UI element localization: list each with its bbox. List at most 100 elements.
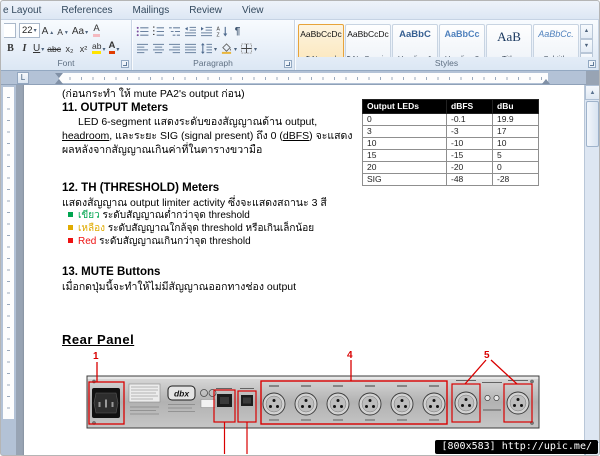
bullet-icon	[68, 238, 73, 243]
italic-button[interactable]: I	[18, 40, 31, 55]
font-group: 22 ▾ A ▲ A ▼ Aa ▾ A B I U ▾ abc x₂ x² ab ▾ A ▾	[1, 20, 132, 70]
sort-button[interactable]: AZ	[215, 23, 230, 38]
table-row: 3 -3 17	[362, 125, 539, 138]
right-indent-marker[interactable]	[542, 79, 550, 84]
style-card-no-spacing[interactable]: AaBbCcDc¶ No Spaci...	[345, 24, 391, 57]
styles-scroll-down-button[interactable]: ▼	[580, 38, 593, 54]
line-spacing-button[interactable]: ▾	[199, 40, 218, 55]
increase-indent-button[interactable]	[199, 23, 214, 38]
style-card-normal[interactable]: AaBbCcDc¶ Normal	[298, 24, 344, 57]
tab-view[interactable]: View	[232, 2, 274, 19]
table-header-cell: dBFS	[446, 99, 493, 114]
bullet-icon	[68, 225, 73, 230]
grow-font-button[interactable]: A ▲	[41, 23, 56, 38]
paragraph-group: AZ ¶ ▾ ▾ ▾ Paragraph	[132, 20, 295, 70]
change-case-button[interactable]: Aa ▾	[71, 23, 89, 38]
ruler-band	[59, 73, 548, 83]
table-header-cell: dBu	[492, 99, 539, 114]
callout-4: 4	[347, 350, 353, 361]
shrink-font-button[interactable]: A ▼	[56, 23, 70, 38]
section-12-paragraph: แสดงสัญญาณ output limiter activity ซึ่งจ…	[62, 197, 327, 209]
shading-button[interactable]: ▾	[219, 40, 238, 55]
xlr-connector	[454, 391, 478, 415]
document-page[interactable]: (ก่อนกระทำ ให้ mute PA2's output ก่อน) 1…	[23, 85, 586, 455]
style-card-heading1[interactable]: AaBbCHeading 1	[392, 24, 438, 57]
tab-review[interactable]: Review	[179, 2, 232, 19]
chevron-down-icon: ▾	[85, 30, 89, 36]
power-inlet	[92, 388, 120, 418]
justify-button[interactable]	[183, 40, 198, 55]
bold-button[interactable]: B	[4, 40, 17, 55]
decrease-indent-icon	[185, 26, 196, 37]
tab-references[interactable]: References	[51, 2, 122, 19]
arrow-down-icon: ▼	[63, 30, 69, 36]
paragraph-group-label: Paragraph	[193, 58, 233, 68]
multilevel-list-icon	[169, 27, 180, 36]
tab-stop-selector[interactable]: L	[17, 72, 29, 84]
style-card-heading2[interactable]: AaBbCcHeading 2	[439, 24, 485, 57]
tab-page-layout[interactable]: e Layout	[1, 2, 51, 19]
show-formatting-marks-button[interactable]: ¶	[231, 23, 244, 38]
table-row: 0 -0.1 19.9	[362, 113, 539, 126]
ribbon: 22 ▾ A ▲ A ▼ Aa ▾ A B I U ▾ abc x₂ x² ab ▾ A ▾	[1, 20, 599, 71]
align-left-button[interactable]	[135, 40, 150, 55]
style-card-subtitle[interactable]: AaBbCc.Subtitle	[533, 24, 579, 57]
vertical-ruler	[1, 85, 16, 455]
borders-icon	[241, 43, 253, 54]
table-header-row: Output LEDs dBFS dBu	[362, 99, 539, 114]
scroll-up-button[interactable]: ▲	[585, 85, 599, 100]
styles-group: AaBbCcDc¶ Normal AaBbCcDc¶ No Spaci... A…	[295, 20, 599, 70]
section-12-heading: 12. TH (THRESHOLD) Meters	[62, 182, 220, 194]
list-item: เขียว ระดับสัญญาณต่ำกว่าจุด threshold	[68, 209, 314, 222]
align-right-button[interactable]	[167, 40, 182, 55]
small-button	[493, 395, 500, 401]
subscript-button[interactable]: x₂	[63, 40, 76, 55]
bullets-button[interactable]	[135, 23, 150, 38]
decrease-indent-button[interactable]	[183, 23, 198, 38]
font-size-combo[interactable]: 22 ▾	[19, 23, 40, 38]
font-name-combo[interactable]	[4, 23, 16, 38]
section-11-heading: 11. OUTPUT Meters	[62, 102, 169, 114]
document-area: (ก่อนกระทำ ให้ mute PA2's output ก่อน) 1…	[16, 85, 586, 455]
numbering-button[interactable]	[151, 23, 166, 38]
chevron-down-icon: ▾	[214, 47, 218, 53]
align-center-icon	[153, 43, 164, 54]
align-right-icon	[169, 43, 180, 54]
numbering-icon	[153, 26, 164, 36]
chevron-down-icon: ▾	[234, 47, 238, 53]
align-left-icon	[137, 43, 148, 54]
font-color-button[interactable]: A ▾	[107, 40, 120, 55]
scrollbar-thumb[interactable]	[586, 101, 599, 147]
chevron-down-icon: ▾	[254, 47, 258, 53]
section-13-heading: 13. MUTE Buttons	[62, 266, 161, 278]
first-line-indent-marker[interactable]	[55, 73, 63, 78]
paragraph-dialog-launcher[interactable]	[284, 60, 292, 68]
chevron-down-icon: ▾	[41, 47, 45, 53]
section-11-paragraph: LED 6-segment แสดงระดับของสัญญาณด้าน out…	[62, 116, 353, 156]
style-card-title[interactable]: AaBTitle	[486, 24, 532, 57]
superscript-button[interactable]: x²	[77, 40, 90, 55]
strikethrough-button[interactable]: abc	[46, 40, 62, 55]
vertical-scrollbar[interactable]: ▲ ▼	[584, 85, 599, 455]
table-row: 10 -10 10	[362, 137, 539, 150]
borders-button[interactable]: ▾	[239, 40, 258, 55]
table-row: SIG -48 -28	[362, 173, 539, 186]
ruler-band	[3, 87, 14, 419]
callout-5: 5	[484, 350, 490, 361]
tab-mailings[interactable]: Mailings	[123, 2, 180, 19]
styles-scroll-up-button[interactable]: ▲	[580, 24, 593, 39]
increase-indent-icon	[201, 26, 212, 37]
text-highlight-button[interactable]: ab ▾	[91, 40, 106, 55]
table-row: 20 -20 0	[362, 161, 539, 174]
font-dialog-launcher[interactable]	[121, 60, 129, 68]
word-window: e Layout References Mailings Review View…	[0, 0, 600, 456]
underline-button[interactable]: U ▾	[32, 40, 45, 55]
align-center-button[interactable]	[151, 40, 166, 55]
clear-formatting-button[interactable]: A	[90, 23, 103, 38]
chevron-down-icon: ▾	[102, 47, 106, 53]
small-button	[484, 395, 491, 401]
styles-dialog-launcher[interactable]	[588, 60, 596, 68]
line-spacing-icon	[201, 43, 212, 54]
multilevel-list-button[interactable]	[167, 23, 182, 38]
hanging-indent-marker[interactable]	[55, 79, 63, 84]
